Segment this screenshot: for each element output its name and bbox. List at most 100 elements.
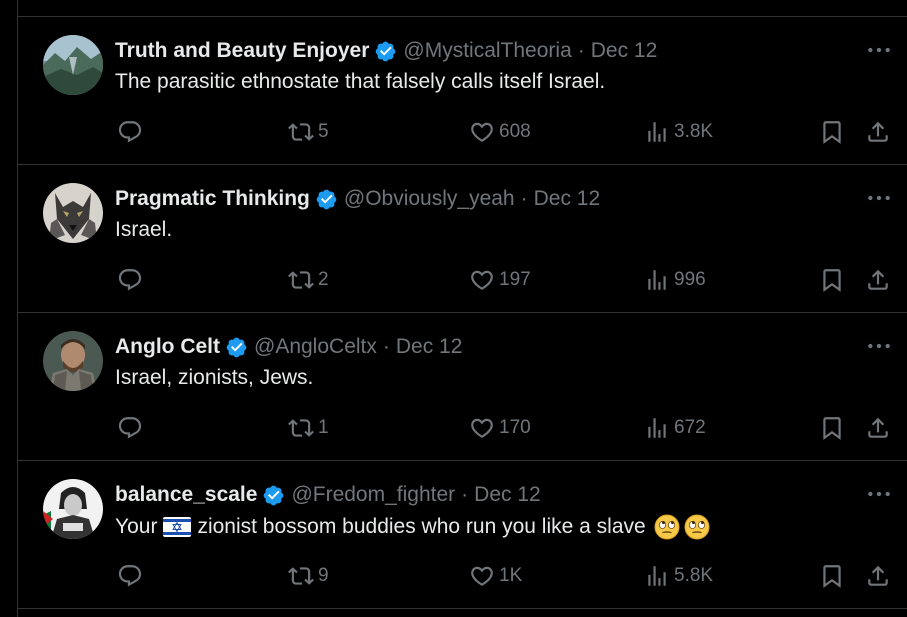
post-header: Pragmatic Thinking @Obviously_yeah · Dec… [115,185,600,213]
post-date[interactable]: Dec 12 [396,335,463,359]
post-header: Anglo Celt @AngloCeltx · Dec 12 [115,333,462,361]
views-button[interactable]: 3.8K [644,118,713,146]
views-icon [644,563,670,589]
post-date[interactable]: Dec 12 [474,483,541,507]
views-button[interactable]: 672 [644,414,706,442]
bookmark-button[interactable] [819,118,845,146]
reply-icon [117,415,143,441]
like-button[interactable]: 608 [469,118,531,146]
bookmark-button[interactable] [819,266,845,294]
verified-badge-icon [225,336,248,359]
post[interactable]: Pragmatic Thinking @Obviously_yeah · Dec… [18,165,907,313]
retweet-count: 9 [318,565,329,586]
face-with-rolling-eyes-icon [684,514,710,540]
view-count: 3.8K [674,121,714,142]
reply-button[interactable] [117,266,143,294]
bookmark-icon [819,415,845,441]
post-actions: 1 170 672 [115,414,895,442]
retweet-count: 2 [318,269,329,290]
display-name[interactable]: Anglo Celt [115,335,220,359]
reply-button[interactable] [117,118,143,146]
retweet-icon [288,119,314,145]
reply-icon [117,267,143,293]
retweet-button[interactable]: 5 [288,118,329,146]
post-header: balance_scale @Fredom_fighter · Dec 12 [115,481,541,509]
post-date[interactable]: Dec 12 [591,39,658,63]
display-name[interactable]: Pragmatic Thinking [115,187,310,211]
retweet-button[interactable]: 1 [288,414,329,442]
retweet-button[interactable]: 2 [288,266,329,294]
portrait-avatar[interactable] [43,479,103,539]
like-count: 197 [499,269,531,290]
post-header: Truth and Beauty Enjoyer @MysticalTheori… [115,37,657,65]
handle[interactable]: @MysticalTheoria [403,39,571,63]
post-text: Israel. [115,218,173,241]
heart-icon [469,415,495,441]
post-text-after: zionist bossom buddies who run you like … [197,515,646,538]
heart-icon [469,267,495,293]
reply-button[interactable] [117,562,143,590]
share-icon [865,563,891,589]
share-button[interactable] [865,414,891,442]
more-options-icon[interactable] [866,339,892,353]
more-options-icon[interactable] [866,191,892,205]
separator: · [520,187,528,210]
heart-icon [469,563,495,589]
like-button[interactable]: 1K [469,562,522,590]
like-count: 608 [499,121,531,142]
post-actions: 9 1K 5.8K [115,562,895,590]
view-count: 996 [674,269,706,290]
bookmark-button[interactable] [819,414,845,442]
post[interactable]: Anglo Celt @AngloCeltx · Dec 12 Israel, … [18,313,907,461]
separator: · [461,483,469,506]
heart-icon [469,119,495,145]
retweet-button[interactable]: 9 [288,562,329,590]
retweet-icon [288,267,314,293]
face-with-rolling-eyes-icon [654,514,680,540]
bookmark-icon [819,119,845,145]
post[interactable]: balance_scale @Fredom_fighter · Dec 12 Y… [18,461,907,609]
display-name[interactable]: Truth and Beauty Enjoyer [115,39,369,63]
like-count: 170 [499,417,531,438]
separator: · [577,39,585,62]
retweet-icon [288,563,314,589]
share-icon [865,267,891,293]
view-count: 5.8K [674,565,714,586]
share-icon [865,119,891,145]
views-button[interactable]: 5.8K [644,562,713,590]
post-text: The parasitic ethnostate that falsely ca… [115,70,606,93]
post-date[interactable]: Dec 12 [534,187,601,211]
share-button[interactable] [865,562,891,590]
timeline: Truth and Beauty Enjoyer @MysticalTheori… [17,0,907,617]
bookmark-button[interactable] [819,562,845,590]
israel-flag-emoji-icon [163,517,192,537]
post-text: Your zionist bossom buddies who run you … [115,514,710,540]
more-options-icon[interactable] [866,487,892,501]
display-name[interactable]: balance_scale [115,483,257,507]
share-icon [865,415,891,441]
like-button[interactable]: 170 [469,414,531,442]
share-button[interactable] [865,118,891,146]
post-actions: 5 608 3.8K [115,118,895,146]
handle[interactable]: @AngloCeltx [254,335,377,359]
reply-button[interactable] [117,414,143,442]
handle[interactable]: @Obviously_yeah [344,187,515,211]
wolf-avatar[interactable] [43,183,103,243]
reply-icon [117,563,143,589]
post-text: Israel, zionists, Jews. [115,366,314,389]
landscape-avatar[interactable] [43,35,103,95]
view-count: 672 [674,417,706,438]
bookmark-icon [819,563,845,589]
retweet-icon [288,415,314,441]
more-options-icon[interactable] [866,43,892,57]
verified-badge-icon [315,188,338,211]
like-button[interactable]: 197 [469,266,531,294]
warrior-avatar[interactable] [43,331,103,391]
verified-badge-icon [374,40,397,63]
separator: · [382,335,390,358]
views-button[interactable]: 996 [644,266,706,294]
post[interactable]: Truth and Beauty Enjoyer @MysticalTheori… [18,17,907,165]
handle[interactable]: @Fredom_fighter [291,483,455,507]
share-button[interactable] [865,266,891,294]
like-count: 1K [499,565,523,586]
